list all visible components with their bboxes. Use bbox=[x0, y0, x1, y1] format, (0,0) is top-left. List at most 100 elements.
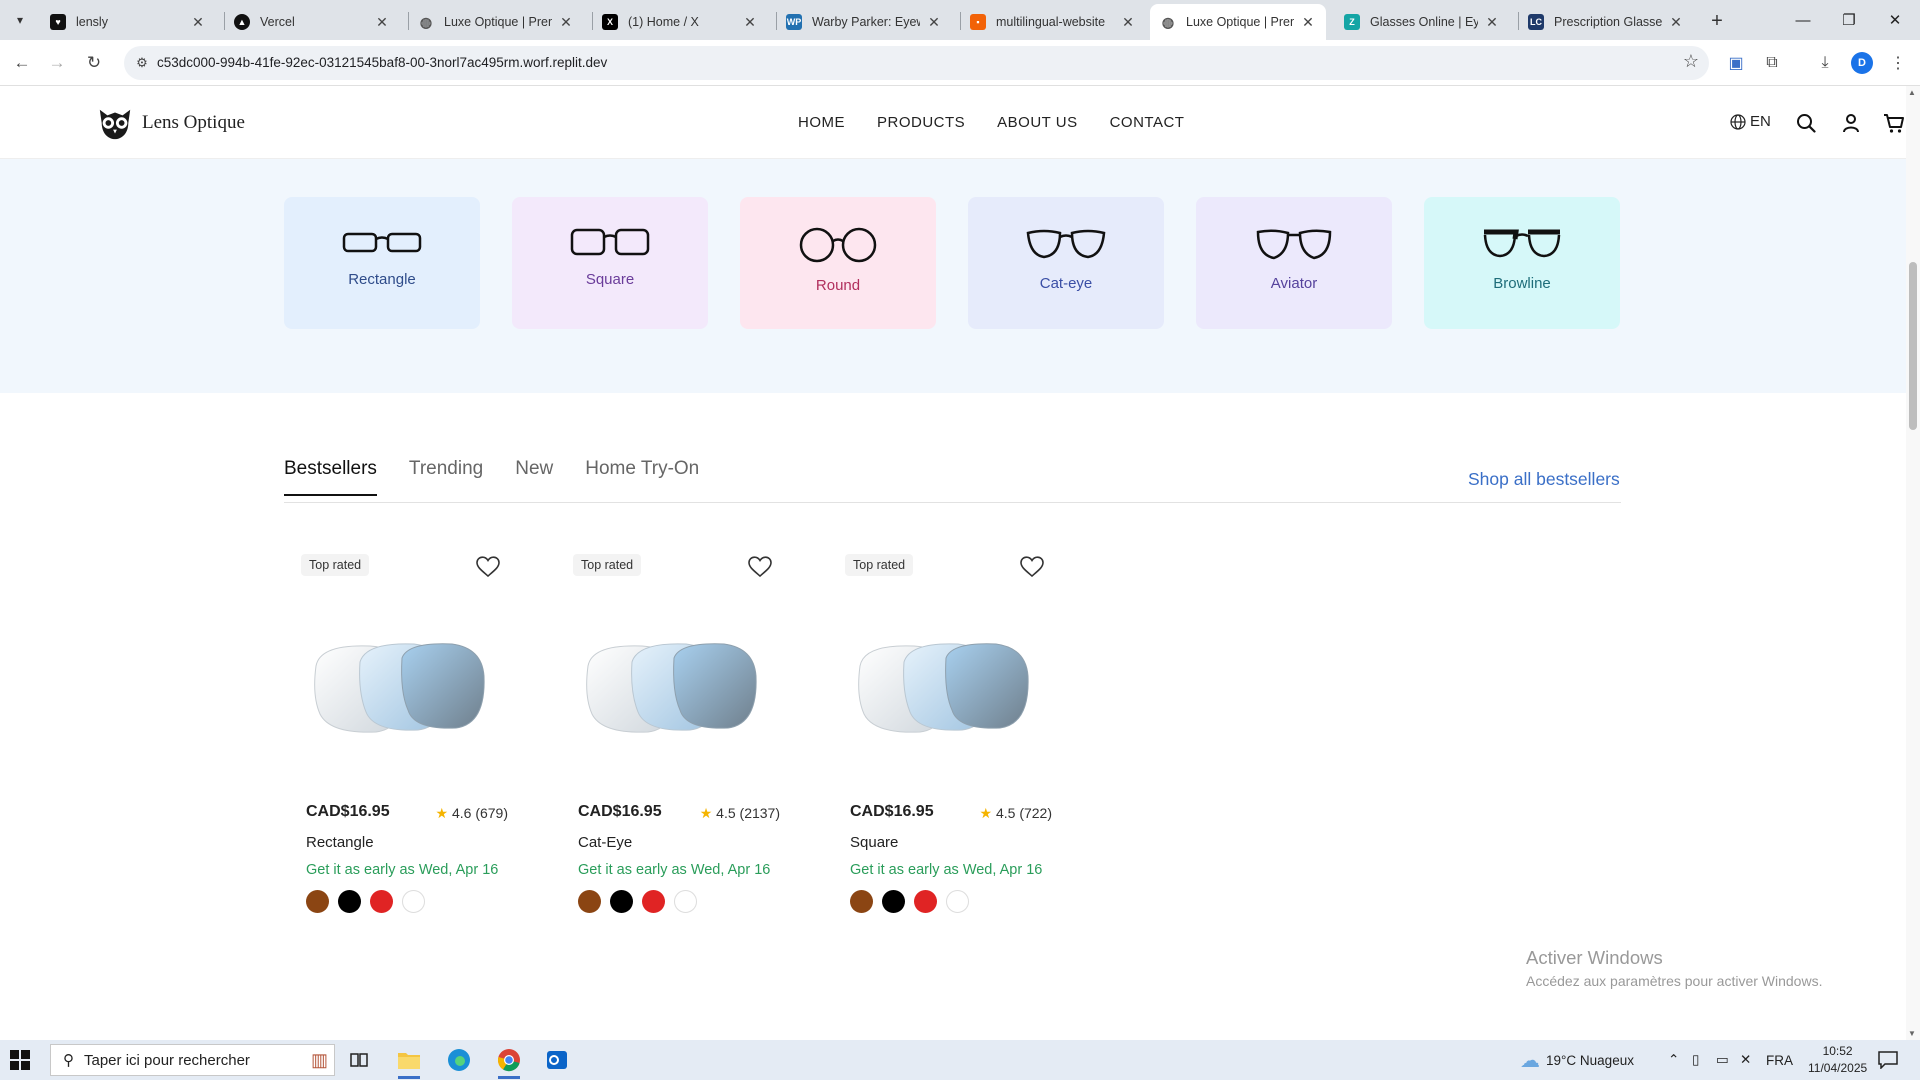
volume-mute-icon[interactable]: ✕ bbox=[1740, 1040, 1751, 1080]
task-view-icon[interactable] bbox=[344, 1045, 374, 1075]
notifications-icon[interactable] bbox=[1878, 1040, 1898, 1080]
shape-card-square[interactable]: Square bbox=[512, 197, 708, 329]
shop-all-bestsellers-link[interactable]: Shop all bestsellers bbox=[1468, 469, 1620, 490]
delivery-estimate: Get it as early as Wed, Apr 16 bbox=[306, 862, 499, 878]
reload-button[interactable]: ↻ bbox=[80, 49, 108, 77]
extensions-puzzle-icon[interactable]: ⧉ bbox=[1758, 49, 1786, 77]
browser-tab[interactable]: ◍ Luxe Optique | Premi ✕ bbox=[408, 4, 584, 40]
nav-products[interactable]: PRODUCTS bbox=[877, 114, 965, 131]
new-tab-button[interactable]: + bbox=[1704, 8, 1730, 34]
close-icon[interactable]: ✕ bbox=[374, 14, 390, 31]
browser-tab[interactable]: WP Warby Parker: Eyewe ✕ bbox=[776, 4, 952, 40]
browser-tab[interactable]: X (1) Home / X ✕ bbox=[592, 4, 768, 40]
scroll-down-icon[interactable]: ▼ bbox=[1908, 1029, 1916, 1038]
swatch-brown[interactable] bbox=[850, 890, 873, 913]
swatch-red[interactable] bbox=[370, 890, 393, 913]
system-clock[interactable]: 10:52 11/04/2025 bbox=[1808, 1043, 1867, 1077]
language-selector[interactable]: EN bbox=[1730, 113, 1771, 130]
product-card[interactable]: Top rated CAD$16.95 ★ 4.6 (679) Rectangl… bbox=[290, 548, 514, 918]
swatch-red[interactable] bbox=[642, 890, 665, 913]
tray-overflow-icon[interactable]: ⌃ bbox=[1668, 1040, 1679, 1080]
color-swatches bbox=[850, 890, 969, 913]
swatch-brown[interactable] bbox=[578, 890, 601, 913]
shape-card-cat-eye[interactable]: Cat-eye bbox=[968, 197, 1164, 329]
product-name: Rectangle bbox=[306, 834, 374, 851]
close-icon[interactable]: ✕ bbox=[190, 14, 206, 31]
network-icon[interactable]: ▭ bbox=[1716, 1040, 1729, 1080]
account-button[interactable] bbox=[1840, 112, 1862, 134]
chrome-browser-icon[interactable] bbox=[494, 1045, 524, 1079]
swatch-black[interactable] bbox=[882, 890, 905, 913]
browser-tab[interactable]: ▪ multilingual-website ✕ bbox=[960, 4, 1146, 40]
edge-browser-icon[interactable] bbox=[444, 1045, 474, 1075]
heart-icon[interactable] bbox=[1020, 556, 1044, 578]
browser-tab[interactable]: LC Prescription Glasses, ✕ bbox=[1518, 4, 1694, 40]
shape-card-browline[interactable]: Browline bbox=[1424, 197, 1620, 329]
nav-contact[interactable]: CONTACT bbox=[1110, 114, 1185, 131]
tab-bestsellers[interactable]: Bestsellers bbox=[284, 458, 377, 496]
heart-icon[interactable] bbox=[748, 556, 772, 578]
download-icon[interactable]: ⤓ bbox=[1811, 49, 1839, 77]
close-icon[interactable]: ✕ bbox=[742, 14, 758, 31]
site-info-icon[interactable]: ⚙ bbox=[132, 53, 152, 73]
close-icon[interactable]: ✕ bbox=[1484, 14, 1500, 31]
site-logo[interactable]: Lens Optique bbox=[96, 104, 245, 142]
close-icon[interactable]: ✕ bbox=[1300, 14, 1316, 31]
extension-icon[interactable]: ▣ bbox=[1722, 49, 1750, 77]
browser-tab[interactable]: ▲ Vercel ✕ bbox=[224, 4, 400, 40]
top-rated-badge: Top rated bbox=[301, 554, 370, 576]
nav-home[interactable]: HOME bbox=[798, 114, 845, 131]
shape-card-round[interactable]: Round bbox=[740, 197, 936, 329]
swatch-white[interactable] bbox=[674, 890, 697, 913]
window-close-button[interactable]: ✕ bbox=[1872, 0, 1918, 40]
weather-widget[interactable]: ☁ 19°C Nuageux bbox=[1520, 1040, 1634, 1080]
restore-button[interactable]: ❐ bbox=[1826, 0, 1872, 40]
cloud-icon: ☁ bbox=[1520, 1049, 1540, 1072]
product-card[interactable]: Top rated CAD$16.95 ★ 4.5 (2137) Cat-Eye… bbox=[562, 548, 786, 918]
swatch-black[interactable] bbox=[338, 890, 361, 913]
browser-tab[interactable]: ♥ lensly ✕ bbox=[40, 4, 216, 40]
swatch-red[interactable] bbox=[914, 890, 937, 913]
browser-tab-active[interactable]: ◍ Luxe Optique | Premi ✕ bbox=[1150, 4, 1326, 40]
shape-card-aviator[interactable]: Aviator bbox=[1196, 197, 1392, 329]
lens-product-image bbox=[858, 643, 1029, 733]
swatch-black[interactable] bbox=[610, 890, 633, 913]
close-icon[interactable]: ✕ bbox=[926, 14, 942, 31]
scrollbar-thumb[interactable] bbox=[1909, 262, 1917, 430]
tab-trending[interactable]: Trending bbox=[409, 458, 483, 496]
profile-avatar[interactable]: D bbox=[1851, 52, 1873, 74]
swatch-white[interactable] bbox=[402, 890, 425, 913]
close-icon[interactable]: ✕ bbox=[1668, 14, 1684, 31]
url-text[interactable]: c53dc000-994b-41fe-92ec-03121545baf8-00-… bbox=[157, 55, 607, 70]
heart-icon[interactable] bbox=[476, 556, 500, 578]
nav-about-us[interactable]: ABOUT US bbox=[997, 114, 1077, 131]
forward-button[interactable]: → bbox=[43, 49, 71, 77]
close-icon[interactable]: ✕ bbox=[558, 14, 574, 31]
outlook-icon[interactable] bbox=[542, 1045, 572, 1075]
close-icon[interactable]: ✕ bbox=[1120, 14, 1136, 31]
file-explorer-icon[interactable] bbox=[394, 1045, 424, 1079]
rating-value: 4.5 bbox=[716, 805, 736, 821]
scroll-up-icon[interactable]: ▲ bbox=[1908, 88, 1916, 97]
tab-search-button[interactable]: ▾ bbox=[6, 8, 34, 32]
product-card[interactable]: Top rated CAD$16.95 ★ 4.5 (722) Square G… bbox=[834, 548, 1058, 918]
cart-button[interactable]: 0 bbox=[1883, 104, 1913, 134]
tab-home-try-on[interactable]: Home Try-On bbox=[585, 458, 699, 496]
menu-kebab-icon[interactable]: ⋮ bbox=[1884, 49, 1912, 77]
back-button[interactable]: ← bbox=[8, 49, 36, 77]
swatch-white[interactable] bbox=[946, 890, 969, 913]
x-icon: X bbox=[602, 14, 618, 30]
swatch-brown[interactable] bbox=[306, 890, 329, 913]
minimize-button[interactable]: — bbox=[1780, 0, 1826, 40]
bookmark-star-icon[interactable]: ☆ bbox=[1683, 51, 1699, 72]
shape-card-rectangle[interactable]: Rectangle bbox=[284, 197, 480, 329]
address-bar[interactable]: ⚙ c53dc000-994b-41fe-92ec-03121545baf8-0… bbox=[124, 46, 1709, 80]
input-language[interactable]: FRA bbox=[1766, 1040, 1793, 1080]
taskbar-search-box[interactable]: ⚲ Taper ici pour rechercher ▥ bbox=[50, 1044, 335, 1076]
search-button[interactable] bbox=[1795, 112, 1817, 134]
tray-app-icon[interactable]: ▯ bbox=[1692, 1040, 1699, 1080]
tab-new[interactable]: New bbox=[515, 458, 553, 496]
windows-start-icon[interactable] bbox=[10, 1050, 30, 1070]
page-scrollbar[interactable]: ▲ ▼ bbox=[1906, 86, 1920, 1040]
browser-tab[interactable]: Z Glasses Online | Eyew ✕ bbox=[1334, 4, 1510, 40]
